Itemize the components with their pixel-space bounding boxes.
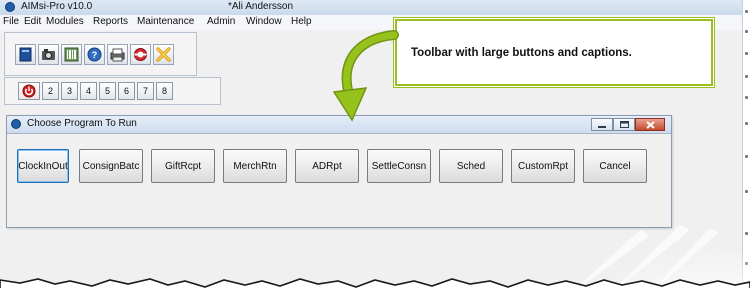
- numbered-toolbar: 2 3 4 5 6 7 8: [4, 77, 221, 105]
- background-page-edge: [742, 0, 750, 303]
- consignbatch-button[interactable]: ConsignBatc: [79, 149, 143, 183]
- settleconsn-button[interactable]: SettleConsn: [367, 149, 431, 183]
- notebook-icon[interactable]: [15, 44, 36, 65]
- user-name: *Ali Andersson: [228, 1, 294, 12]
- power-icon[interactable]: [18, 82, 40, 100]
- screenshot: AIMsi-Pro v10.0 *Ali Andersson File Edit…: [0, 0, 750, 303]
- toolbar-button-2[interactable]: 2: [42, 82, 59, 100]
- help-icon[interactable]: ?: [84, 44, 105, 65]
- app-logo-icon: [5, 2, 15, 12]
- toolbar-button-4[interactable]: 4: [80, 82, 97, 100]
- toolbar-button-8[interactable]: 8: [156, 82, 173, 100]
- merchrtn-button[interactable]: MerchRtn: [223, 149, 287, 183]
- app-logo-icon: [11, 119, 21, 129]
- menu-reports[interactable]: Reports: [93, 16, 128, 27]
- menu-modules[interactable]: Modules: [46, 16, 84, 27]
- printer-icon[interactable]: [107, 44, 128, 65]
- menu-window[interactable]: Window: [246, 16, 282, 27]
- giftrcpt-button[interactable]: GiftRcpt: [151, 149, 215, 183]
- toolbar-button-6[interactable]: 6: [118, 82, 135, 100]
- barcode-reader-icon[interactable]: [61, 44, 82, 65]
- toolbar-button-5[interactable]: 5: [99, 82, 116, 100]
- callout-box: Toolbar with large buttons and captions.: [393, 17, 715, 88]
- app-title: AIMsi-Pro v10.0: [21, 1, 93, 12]
- camera-icon[interactable]: [38, 44, 59, 65]
- maximize-button[interactable]: [613, 118, 635, 131]
- cancel-button[interactable]: Cancel: [583, 149, 647, 183]
- toolbar-button-3[interactable]: 3: [61, 82, 78, 100]
- callout-text: Toolbar with large buttons and captions.: [411, 47, 632, 59]
- lifebuoy-icon[interactable]: [130, 44, 151, 65]
- minimize-button[interactable]: [591, 118, 613, 131]
- clockinout-button[interactable]: ClockInOut: [17, 149, 69, 183]
- menu-edit[interactable]: Edit: [24, 16, 41, 27]
- choose-program-dialog: Choose Program To Run ClockInOut Consign…: [6, 115, 672, 228]
- adrpt-button[interactable]: ADRpt: [295, 149, 359, 183]
- toolbar-button-7[interactable]: 7: [137, 82, 154, 100]
- menu-help[interactable]: Help: [291, 16, 312, 27]
- svg-text:?: ?: [92, 50, 98, 60]
- customrpt-button[interactable]: CustomRpt: [511, 149, 575, 183]
- menu-maintenance[interactable]: Maintenance: [137, 16, 194, 27]
- menu-admin[interactable]: Admin: [207, 16, 235, 27]
- close-button[interactable]: [635, 118, 665, 131]
- menu-file[interactable]: File: [3, 16, 19, 27]
- app-titlebar: AIMsi-Pro v10.0 *Ali Andersson: [0, 0, 742, 16]
- dialog-title: Choose Program To Run: [27, 118, 137, 129]
- dialog-titlebar: Choose Program To Run: [7, 116, 671, 134]
- sched-button[interactable]: Sched: [439, 149, 503, 183]
- exit-x-icon[interactable]: [153, 44, 174, 65]
- main-toolbar: ?: [4, 32, 197, 76]
